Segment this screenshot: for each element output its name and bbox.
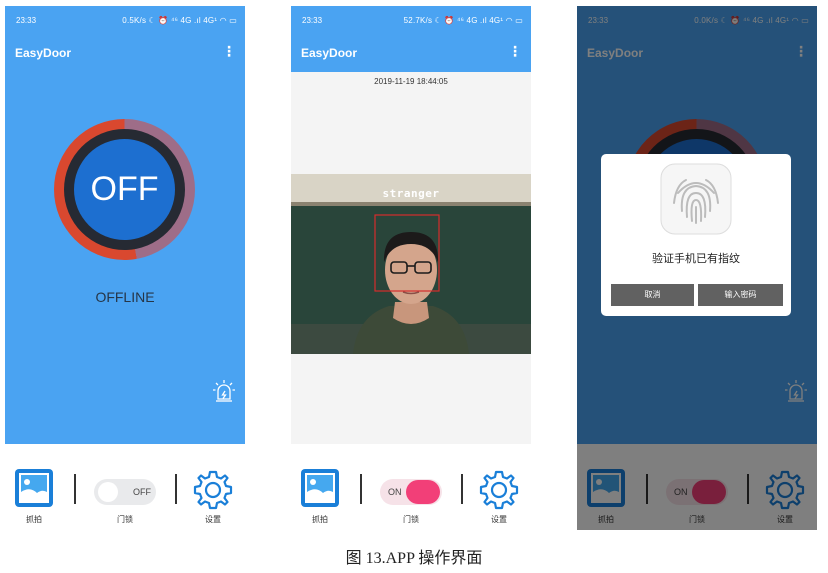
- divider: [175, 474, 177, 504]
- capture-label: 抓拍: [312, 515, 328, 524]
- app-bar: EasyDoor ⋮: [5, 36, 245, 72]
- alarm-siren-icon[interactable]: [213, 379, 235, 403]
- phone-screen-locked: 23:33 0.5K/s ☾ ⏰ ⁴⁶ 4G .ıl 4G¹ ◠ ▭ EasyD…: [5, 6, 245, 530]
- bottom-nav: 抓拍 ON 门锁 设置: [291, 444, 531, 530]
- cancel-button[interactable]: 取消: [611, 284, 694, 306]
- enter-password-button[interactable]: 输入密码: [698, 284, 783, 306]
- toggle-state-label: ON: [388, 487, 402, 497]
- settings-label: 设置: [205, 515, 221, 524]
- fingerprint-dialog: 验证手机已有指纹 取消 输入密码: [601, 154, 791, 316]
- status-time: 23:33: [16, 16, 37, 25]
- bottom-nav: 抓拍 OFF 门锁 设置: [5, 444, 245, 530]
- divider: [74, 474, 76, 504]
- app-bar: EasyDoor ⋮: [291, 36, 531, 72]
- gallery-icon[interactable]: [300, 468, 340, 508]
- fingerprint-icon: [660, 163, 732, 235]
- face-recognition-label: stranger: [382, 187, 440, 200]
- app-title: EasyDoor: [301, 46, 358, 60]
- toggle-knob: [406, 480, 440, 504]
- camera-snapshot: [291, 174, 531, 354]
- lock-label: 门锁: [117, 515, 133, 524]
- status-bar: 23:33 0.5K/s ☾ ⏰ ⁴⁶ 4G .ıl 4G¹ ◠ ▭: [5, 6, 245, 36]
- more-vert-icon[interactable]: ⋮: [508, 44, 522, 58]
- dialog-message: 验证手机已有指纹: [652, 253, 740, 265]
- connection-status: OFFLINE: [95, 289, 155, 305]
- capture-timestamp: 2019-11-19 18:44:05: [374, 77, 448, 86]
- settings-gear-icon[interactable]: [192, 469, 234, 511]
- lock-power-button[interactable]: OFF: [74, 139, 175, 240]
- door-lock-toggle[interactable]: OFF: [94, 479, 156, 505]
- gallery-icon[interactable]: [14, 468, 54, 508]
- status-bar: 23:33 52.7K/s ☾ ⏰ ⁴⁶ 4G .ıl 4G¹ ◠ ▭: [291, 6, 531, 36]
- figure-caption: 图 13.APP 操作界面: [345, 550, 483, 567]
- toggle-state-label: OFF: [133, 487, 151, 497]
- divider: [360, 474, 362, 504]
- settings-label: 设置: [491, 515, 507, 524]
- more-vert-icon[interactable]: ⋮: [222, 44, 236, 58]
- door-lock-toggle[interactable]: ON: [380, 479, 442, 505]
- settings-gear-icon[interactable]: [478, 469, 520, 511]
- app-title: EasyDoor: [15, 46, 72, 60]
- phone-screen-fingerprint: 23:33 0.0K/s ☾ ⏰ ⁴⁶ 4G .ıl 4G¹ ◠ ▭ EasyD…: [577, 6, 817, 530]
- toggle-knob: [98, 482, 118, 502]
- lock-label: 门锁: [403, 515, 419, 524]
- status-time: 23:33: [302, 16, 323, 25]
- divider: [461, 474, 463, 504]
- phone-screen-camera: 23:33 52.7K/s ☾ ⏰ ⁴⁶ 4G .ıl 4G¹ ◠ ▭ Easy…: [291, 6, 531, 530]
- capture-label: 抓拍: [26, 515, 42, 524]
- status-indicators: 52.7K/s ☾ ⏰ ⁴⁶ 4G .ıl 4G¹ ◠ ▭: [403, 16, 523, 25]
- status-indicators: 0.5K/s ☾ ⏰ ⁴⁶ 4G .ıl 4G¹ ◠ ▭: [122, 16, 237, 25]
